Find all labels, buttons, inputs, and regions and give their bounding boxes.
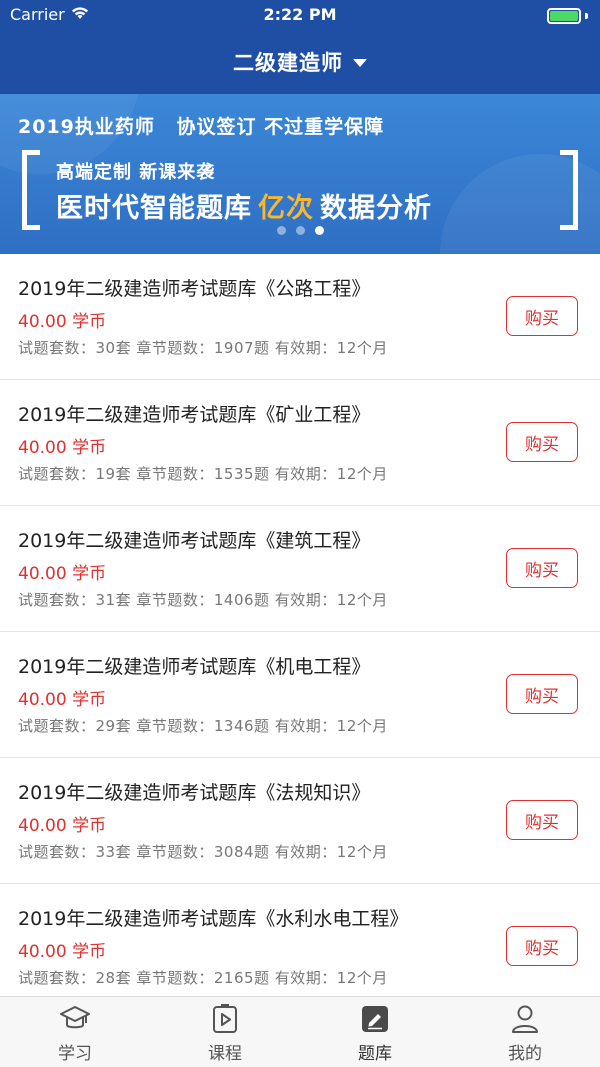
banner-slogan-a: 医时代智能题库 bbox=[56, 193, 252, 224]
product-title: 2019年二级建造师考试题库《建筑工程》 bbox=[18, 530, 371, 552]
banner-main-slogan: 医时代智能题库 亿次 数据分析 bbox=[56, 186, 432, 225]
product-price: 40.00 学币 bbox=[18, 312, 107, 332]
tab-courses[interactable]: 课程 bbox=[150, 997, 300, 1067]
carousel-dot-active[interactable] bbox=[314, 226, 324, 235]
banner-bracket-right bbox=[560, 150, 578, 230]
carousel-dot[interactable] bbox=[295, 226, 305, 235]
product-title: 2019年二级建造师考试题库《公路工程》 bbox=[18, 278, 371, 300]
edit-note-icon bbox=[359, 1003, 391, 1035]
banner-subline: 高端定制 新课来袭 bbox=[56, 162, 216, 183]
product-price: 40.00 学币 bbox=[18, 942, 107, 962]
product-title: 2019年二级建造师考试题库《水利水电工程》 bbox=[18, 908, 409, 930]
product-title: 2019年二级建造师考试题库《机电工程》 bbox=[18, 656, 371, 678]
carousel-page-indicator bbox=[0, 226, 600, 235]
buy-button[interactable]: 购买 bbox=[506, 422, 578, 462]
list-item[interactable]: 2019年二级建造师考试题库《建筑工程》 40.00 学币 试题套数：31套 章… bbox=[0, 506, 600, 632]
product-title: 2019年二级建造师考试题库《矿业工程》 bbox=[18, 404, 371, 426]
product-meta: 试题套数：19套 章节题数：1535题 有效期：12个月 bbox=[18, 465, 388, 483]
product-title: 2019年二级建造师考试题库《法规知识》 bbox=[18, 782, 371, 804]
banner-slogan-highlight: 亿次 bbox=[258, 193, 314, 224]
bottom-tab-bar: 学习 课程 题库 我的 bbox=[0, 996, 600, 1067]
banner-line1-a: 2019执业药师 bbox=[18, 116, 155, 138]
product-meta: 试题套数：28套 章节题数：2165题 有效期：12个月 bbox=[18, 969, 388, 987]
product-meta: 试题套数：31套 章节题数：1406题 有效期：12个月 bbox=[18, 591, 388, 609]
promo-banner-carousel[interactable]: 2019执业药师 协议签订 不过重学保障 高端定制 新课来袭 医时代智能题库 亿次… bbox=[0, 94, 600, 254]
user-profile-icon bbox=[509, 1003, 541, 1035]
product-price: 40.00 学币 bbox=[18, 690, 107, 710]
buy-button[interactable]: 购买 bbox=[506, 674, 578, 714]
buy-button[interactable]: 购买 bbox=[506, 296, 578, 336]
question-bank-list: 2019年二级建造师考试题库《公路工程》 40.00 学币 试题套数：30套 章… bbox=[0, 254, 600, 996]
status-time: 2:22 PM bbox=[263, 5, 337, 24]
top-bar: Carrier 2:22 PM 二级建造师 bbox=[0, 0, 600, 94]
banner-headline: 2019执业药师 协议签订 不过重学保障 bbox=[18, 112, 384, 139]
banner-slogan-b: 数据分析 bbox=[320, 193, 432, 224]
banner-bracket-left bbox=[22, 150, 40, 230]
status-bar: Carrier 2:22 PM bbox=[0, 0, 600, 30]
buy-button[interactable]: 购买 bbox=[506, 926, 578, 966]
graduation-cap-icon bbox=[59, 1003, 91, 1035]
tab-question-bank[interactable]: 题库 bbox=[300, 997, 450, 1067]
page-title: 二级建造师 bbox=[233, 51, 343, 75]
list-item[interactable]: 2019年二级建造师考试题库《水利水电工程》 40.00 学币 试题套数：28套… bbox=[0, 884, 600, 996]
product-price: 40.00 学币 bbox=[18, 564, 107, 584]
tab-label: 题库 bbox=[358, 1044, 392, 1064]
list-item[interactable]: 2019年二级建造师考试题库《公路工程》 40.00 学币 试题套数：30套 章… bbox=[0, 254, 600, 380]
buy-button[interactable]: 购买 bbox=[506, 800, 578, 840]
product-price: 40.00 学币 bbox=[18, 438, 107, 458]
product-meta: 试题套数：30套 章节题数：1907题 有效期：12个月 bbox=[18, 339, 388, 357]
exam-category-selector[interactable]: 二级建造师 bbox=[0, 44, 600, 80]
carousel-dot[interactable] bbox=[276, 226, 286, 235]
tab-study[interactable]: 学习 bbox=[0, 997, 150, 1067]
battery-icon bbox=[547, 8, 588, 24]
tab-profile[interactable]: 我的 bbox=[450, 997, 600, 1067]
play-video-icon bbox=[209, 1003, 241, 1035]
tab-label: 我的 bbox=[508, 1044, 542, 1064]
product-price: 40.00 学币 bbox=[18, 816, 107, 836]
caret-down-icon bbox=[353, 59, 367, 67]
product-meta: 试题套数：33套 章节题数：3084题 有效期：12个月 bbox=[18, 843, 388, 861]
tab-label: 学习 bbox=[58, 1044, 92, 1064]
product-meta: 试题套数：29套 章节题数：1346题 有效期：12个月 bbox=[18, 717, 388, 735]
list-item[interactable]: 2019年二级建造师考试题库《机电工程》 40.00 学币 试题套数：29套 章… bbox=[0, 632, 600, 758]
list-item[interactable]: 2019年二级建造师考试题库《法规知识》 40.00 学币 试题套数：33套 章… bbox=[0, 758, 600, 884]
banner-line1-b: 协议签订 不过重学保障 bbox=[176, 116, 385, 138]
tab-label: 课程 bbox=[208, 1044, 242, 1064]
list-item[interactable]: 2019年二级建造师考试题库《矿业工程》 40.00 学币 试题套数：19套 章… bbox=[0, 380, 600, 506]
buy-button[interactable]: 购买 bbox=[506, 548, 578, 588]
